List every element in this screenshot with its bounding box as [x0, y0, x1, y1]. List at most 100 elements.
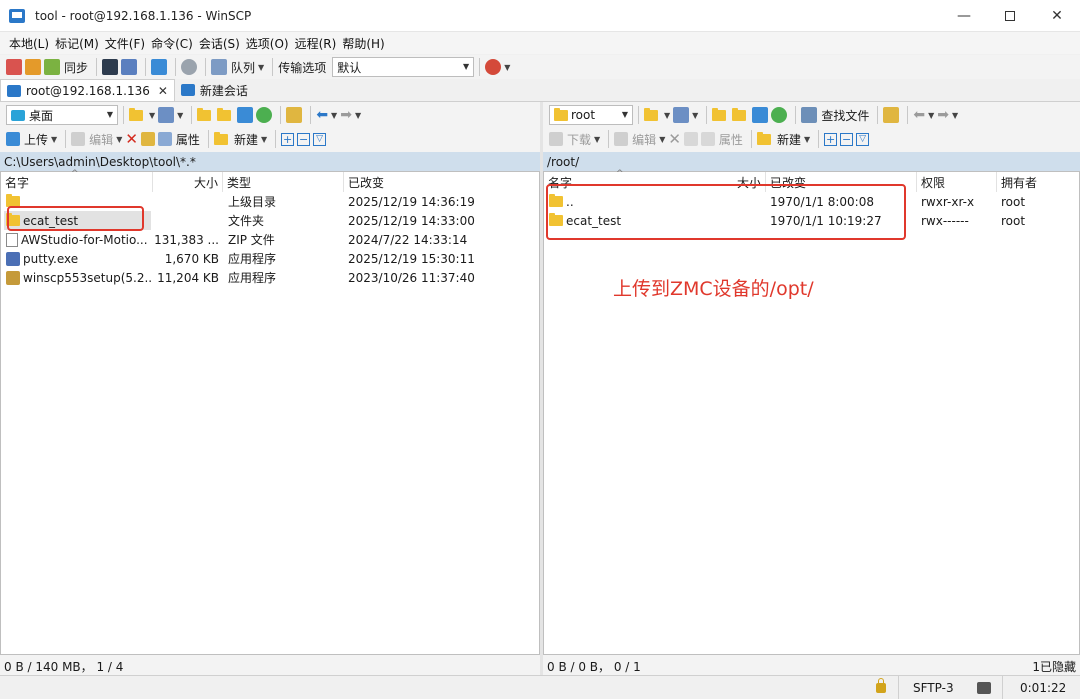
refresh-remote-button[interactable]: [151, 57, 168, 77]
preferences-button[interactable]: [181, 57, 198, 77]
sync-browse-button[interactable]: [25, 57, 41, 77]
minimize-button[interactable]: —: [941, 0, 987, 32]
col-modified-header[interactable]: 已改变: [344, 172, 539, 192]
col-name-header[interactable]: 名字 ^: [1, 169, 153, 192]
local-edit-button[interactable]: 编辑 ▼: [71, 129, 122, 149]
close-icon[interactable]: ✕: [158, 84, 168, 98]
transfer-settings-value: 默认: [337, 60, 362, 75]
remote-back-button[interactable]: ⬅ ▼: [913, 105, 934, 125]
menu-remote[interactable]: 远程(R): [292, 35, 340, 52]
remote-tree-button[interactable]: [883, 105, 900, 125]
terminal-button[interactable]: [102, 57, 119, 77]
local-filter-select-button[interactable]: ▽: [313, 129, 327, 149]
chevron-down-icon: ▼: [177, 110, 184, 120]
remote-location-select[interactable]: root ▼: [549, 105, 633, 125]
transfer-settings-select[interactable]: 默认 ▼: [332, 57, 475, 77]
table-row[interactable]: winscp553setup(5.2... 11,204 KB 应用程序 202…: [1, 268, 539, 287]
local-root-dir-button[interactable]: [217, 105, 234, 125]
remote-refresh-button[interactable]: [771, 105, 788, 125]
local-unselect-button[interactable]: −: [297, 129, 311, 149]
local-location-select[interactable]: 桌面 ▼: [6, 105, 118, 125]
local-home-button[interactable]: [237, 105, 254, 125]
sync-button[interactable]: 同步: [44, 57, 88, 77]
remote-root-dir-button[interactable]: [732, 105, 749, 125]
find-files-button[interactable]: 查找文件: [801, 105, 869, 125]
remote-filter-button[interactable]: ▼: [673, 105, 698, 125]
local-refresh-button[interactable]: [256, 105, 273, 125]
local-parent-dir-button[interactable]: [197, 105, 214, 125]
remote-filter-select-button[interactable]: ▽: [856, 129, 870, 149]
chevron-down-icon: ▼: [354, 110, 362, 120]
file-permissions: rwxr-xr-x: [921, 194, 975, 209]
col-type-header[interactable]: 类型: [223, 172, 344, 192]
table-row[interactable]: AWStudio-for-Motio... 131,383 ... ZIP 文件…: [1, 230, 539, 249]
separator: [272, 58, 274, 76]
col-owner-header[interactable]: 拥有者: [997, 172, 1080, 192]
file-modified: 2025/12/19 14:33:00: [348, 213, 475, 228]
col-size-header[interactable]: 大小: [153, 172, 223, 192]
menu-options[interactable]: 选项(O): [243, 35, 292, 52]
globe-icon: [485, 59, 502, 75]
file-modified: 2025/12/19 15:30:11: [348, 251, 475, 266]
local-select-button[interactable]: +: [281, 129, 295, 149]
download-button[interactable]: 下载 ▼: [549, 129, 600, 149]
local-properties-button[interactable]: 属性: [157, 129, 200, 149]
menu-help[interactable]: 帮助(H): [339, 35, 387, 52]
local-new-button[interactable]: 新建 ▼: [213, 129, 267, 149]
local-back-button[interactable]: ⬅ ▼: [316, 105, 337, 125]
remote-path-bar[interactable]: /root/: [543, 152, 1080, 171]
separator: [123, 106, 124, 124]
local-filter-button[interactable]: ▼: [158, 105, 183, 125]
terminal-icon: [977, 682, 991, 694]
separator: [191, 106, 193, 124]
table-row[interactable]: putty.exe 1,670 KB 应用程序 2025/12/19 15:30…: [1, 249, 539, 268]
remote-home-button[interactable]: [752, 105, 769, 125]
local-forward-button[interactable]: ➡ ▼: [340, 105, 361, 125]
local-rename-button[interactable]: [140, 129, 155, 149]
remote-edit-button[interactable]: 编辑 ▼: [614, 129, 665, 149]
upload-label: 上传: [24, 132, 49, 147]
separator: [175, 58, 177, 76]
col-permissions-header[interactable]: 权限: [917, 172, 997, 192]
putty-button[interactable]: [121, 57, 138, 77]
remote-open-dir-button[interactable]: ▼: [644, 105, 670, 125]
local-tree-button[interactable]: [286, 105, 303, 125]
maximize-button[interactable]: [987, 0, 1033, 32]
upload-button[interactable]: 上传 ▼: [6, 129, 57, 149]
remote-forward-button[interactable]: ➡ ▼: [937, 105, 958, 125]
local-file-list[interactable]: 名字 ^ 大小 类型 已改变 上级目录 2025/12/19 14:36:19 …: [0, 169, 540, 655]
file-size: 11,204 KB: [157, 270, 219, 285]
separator: [638, 106, 639, 124]
local-path-bar[interactable]: C:\Users\admin\Desktop\tool\*.*: [0, 152, 540, 171]
remote-delete-button[interactable]: ✕: [668, 129, 681, 149]
upload-icon: [6, 132, 20, 146]
remote-parent-dir-button[interactable]: [712, 105, 729, 125]
arrow-left-icon: ⬅: [913, 107, 926, 123]
menu-local[interactable]: 本地(L): [6, 35, 52, 52]
local-nav-toolbar: 桌面 ▼ ▼ ▼ ⬅ ▼ ➡ ▼: [0, 103, 540, 127]
menu-session[interactable]: 会话(S): [196, 35, 243, 52]
chevron-down-icon: ▼: [664, 110, 671, 120]
close-button[interactable]: ✕: [1034, 0, 1080, 32]
compare-dirs-button[interactable]: [6, 57, 22, 77]
remote-rename-button[interactable]: [683, 129, 698, 149]
chevron-down-icon: ▼: [116, 134, 123, 144]
remote-new-button[interactable]: 新建 ▼: [756, 129, 810, 149]
remote-select-button[interactable]: +: [824, 129, 838, 149]
remote-nav-toolbar: root ▼ ▼ ▼ 查找文件 ⬅ ▼ ➡ ▼: [543, 103, 1080, 127]
local-open-dir-button[interactable]: ▼: [129, 105, 155, 125]
session-color-button[interactable]: ▼: [485, 57, 510, 77]
tab-session-root[interactable]: root@192.168.1.136 ✕: [0, 79, 175, 101]
menu-file[interactable]: 文件(F): [102, 35, 148, 52]
menu-commands[interactable]: 命令(C): [148, 35, 196, 52]
local-delete-button[interactable]: ✕: [125, 129, 138, 149]
remote-file-list[interactable]: 名字 ^ 大小 已改变 权限 拥有者 .. 1970/1/1 8:00:08 r…: [543, 169, 1080, 655]
lock-icon: [876, 678, 886, 693]
separator: [205, 58, 207, 76]
tab-new-session[interactable]: 新建会话: [175, 79, 254, 101]
remote-properties-button[interactable]: 属性: [700, 129, 743, 149]
menu-mark[interactable]: 标记(M): [52, 35, 102, 52]
queue-button[interactable]: 队列 ▼: [211, 57, 264, 77]
remote-unselect-button[interactable]: −: [840, 129, 854, 149]
folder-icon: [554, 107, 568, 121]
